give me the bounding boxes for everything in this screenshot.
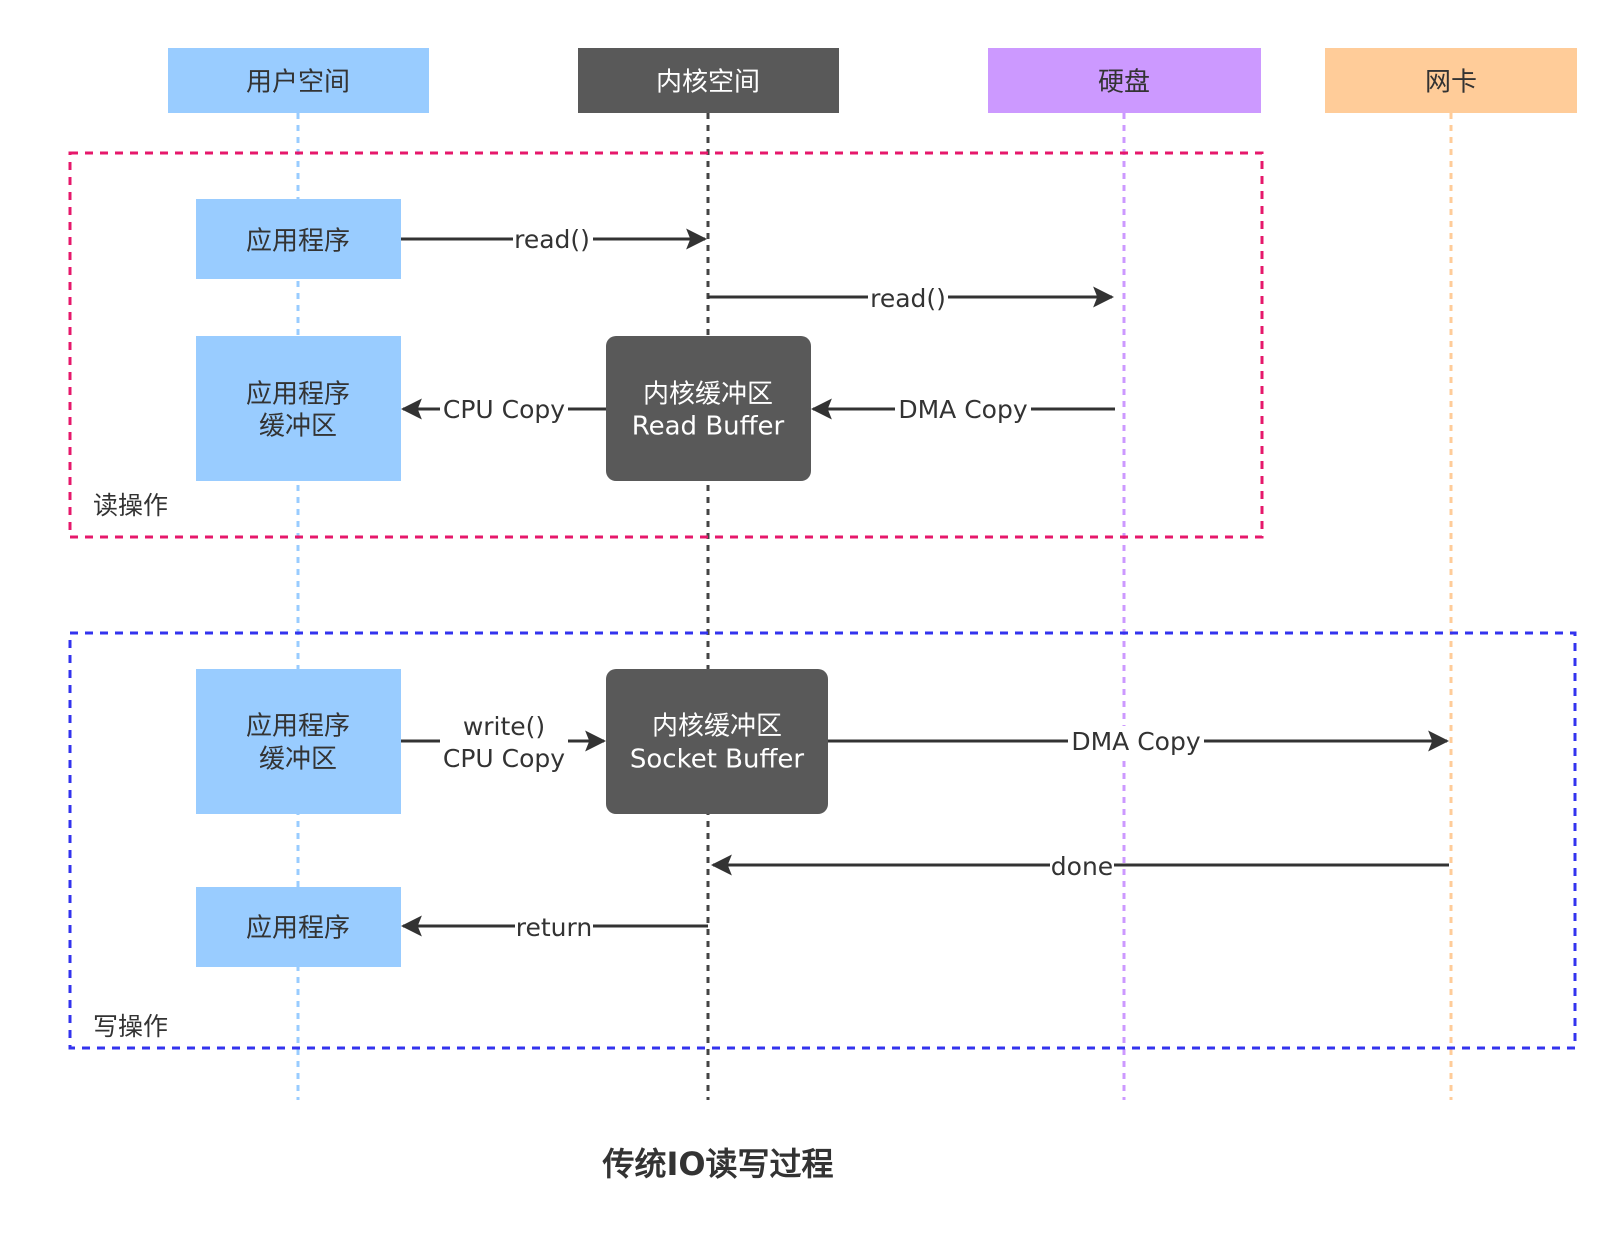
write-operation-label: 写操作 [93, 1012, 168, 1041]
lane-title-kernel: 内核空间 [656, 68, 760, 98]
write-app-buffer-box [196, 669, 401, 814]
write-app-label: 应用程序 [246, 914, 350, 944]
write-cpu-copy-label: CPU Copy [443, 744, 565, 773]
write-kernel-buffer-label-line2: Socket Buffer [630, 745, 805, 775]
io-sequence-diagram: 读操作 写操作 用户空间 内核空间 硬盘 网卡 应用程序 read() read… [68, 48, 1577, 1183]
lane-title-user: 用户空间 [246, 68, 350, 98]
write-app-buffer-label-line2: 缓冲区 [259, 745, 337, 775]
write-call-label: write() [463, 712, 545, 741]
read-call-2-label: read() [870, 284, 946, 313]
diagram-caption: 传统IO读写过程 [601, 1145, 833, 1183]
lane-title-nic: 网卡 [1425, 68, 1477, 98]
read-app-buffer-label-line2: 缓冲区 [259, 412, 337, 442]
read-cpu-copy-label: CPU Copy [443, 395, 565, 424]
read-dma-copy-label: DMA Copy [898, 395, 1027, 424]
read-app-buffer-label-line1: 应用程序 [246, 380, 350, 410]
write-dma-copy-label: DMA Copy [1071, 727, 1200, 756]
write-kernel-buffer-box [606, 669, 828, 814]
write-done-label: done [1051, 852, 1113, 881]
write-kernel-buffer-label-line1: 内核缓冲区 [652, 712, 782, 742]
read-kernel-buffer-label-line1: 内核缓冲区 [643, 380, 773, 410]
read-call-1-label: read() [514, 225, 590, 254]
read-kernel-buffer-label-line2: Read Buffer [632, 412, 785, 442]
lane-title-disk: 硬盘 [1098, 68, 1150, 98]
write-return-label: return [516, 913, 592, 942]
write-app-buffer-label-line1: 应用程序 [246, 712, 350, 742]
read-operation-label: 读操作 [93, 491, 168, 520]
read-app-label: 应用程序 [246, 227, 350, 257]
